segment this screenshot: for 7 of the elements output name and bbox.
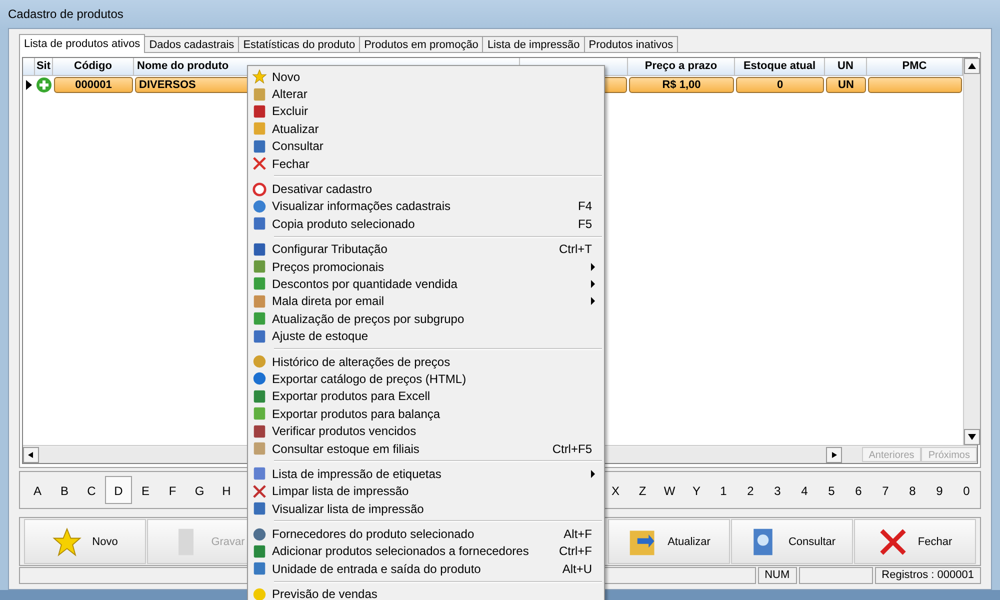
status-field: NUM <box>758 567 797 584</box>
table-cell: UN <box>826 77 866 93</box>
status-field: Registros : 000001 <box>874 567 981 584</box>
table-cell: R$ 1,00 <box>629 77 734 93</box>
table-cell: 000001 <box>54 77 133 93</box>
window-title: Cadastro de produtos <box>8 6 124 23</box>
table-cell: 0 <box>736 77 824 93</box>
